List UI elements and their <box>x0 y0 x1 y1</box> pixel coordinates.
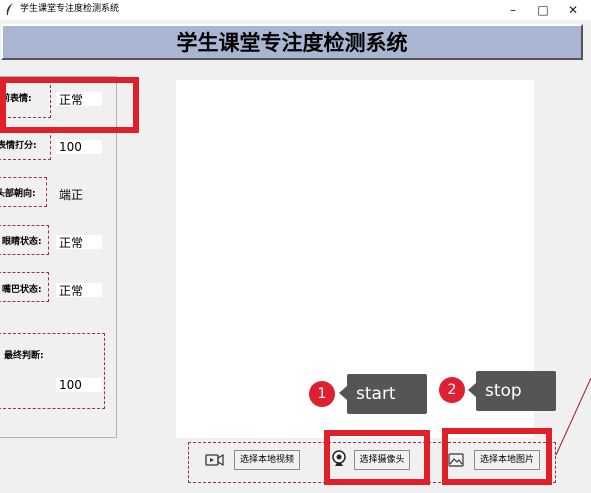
annotation-connector-line <box>555 377 591 456</box>
